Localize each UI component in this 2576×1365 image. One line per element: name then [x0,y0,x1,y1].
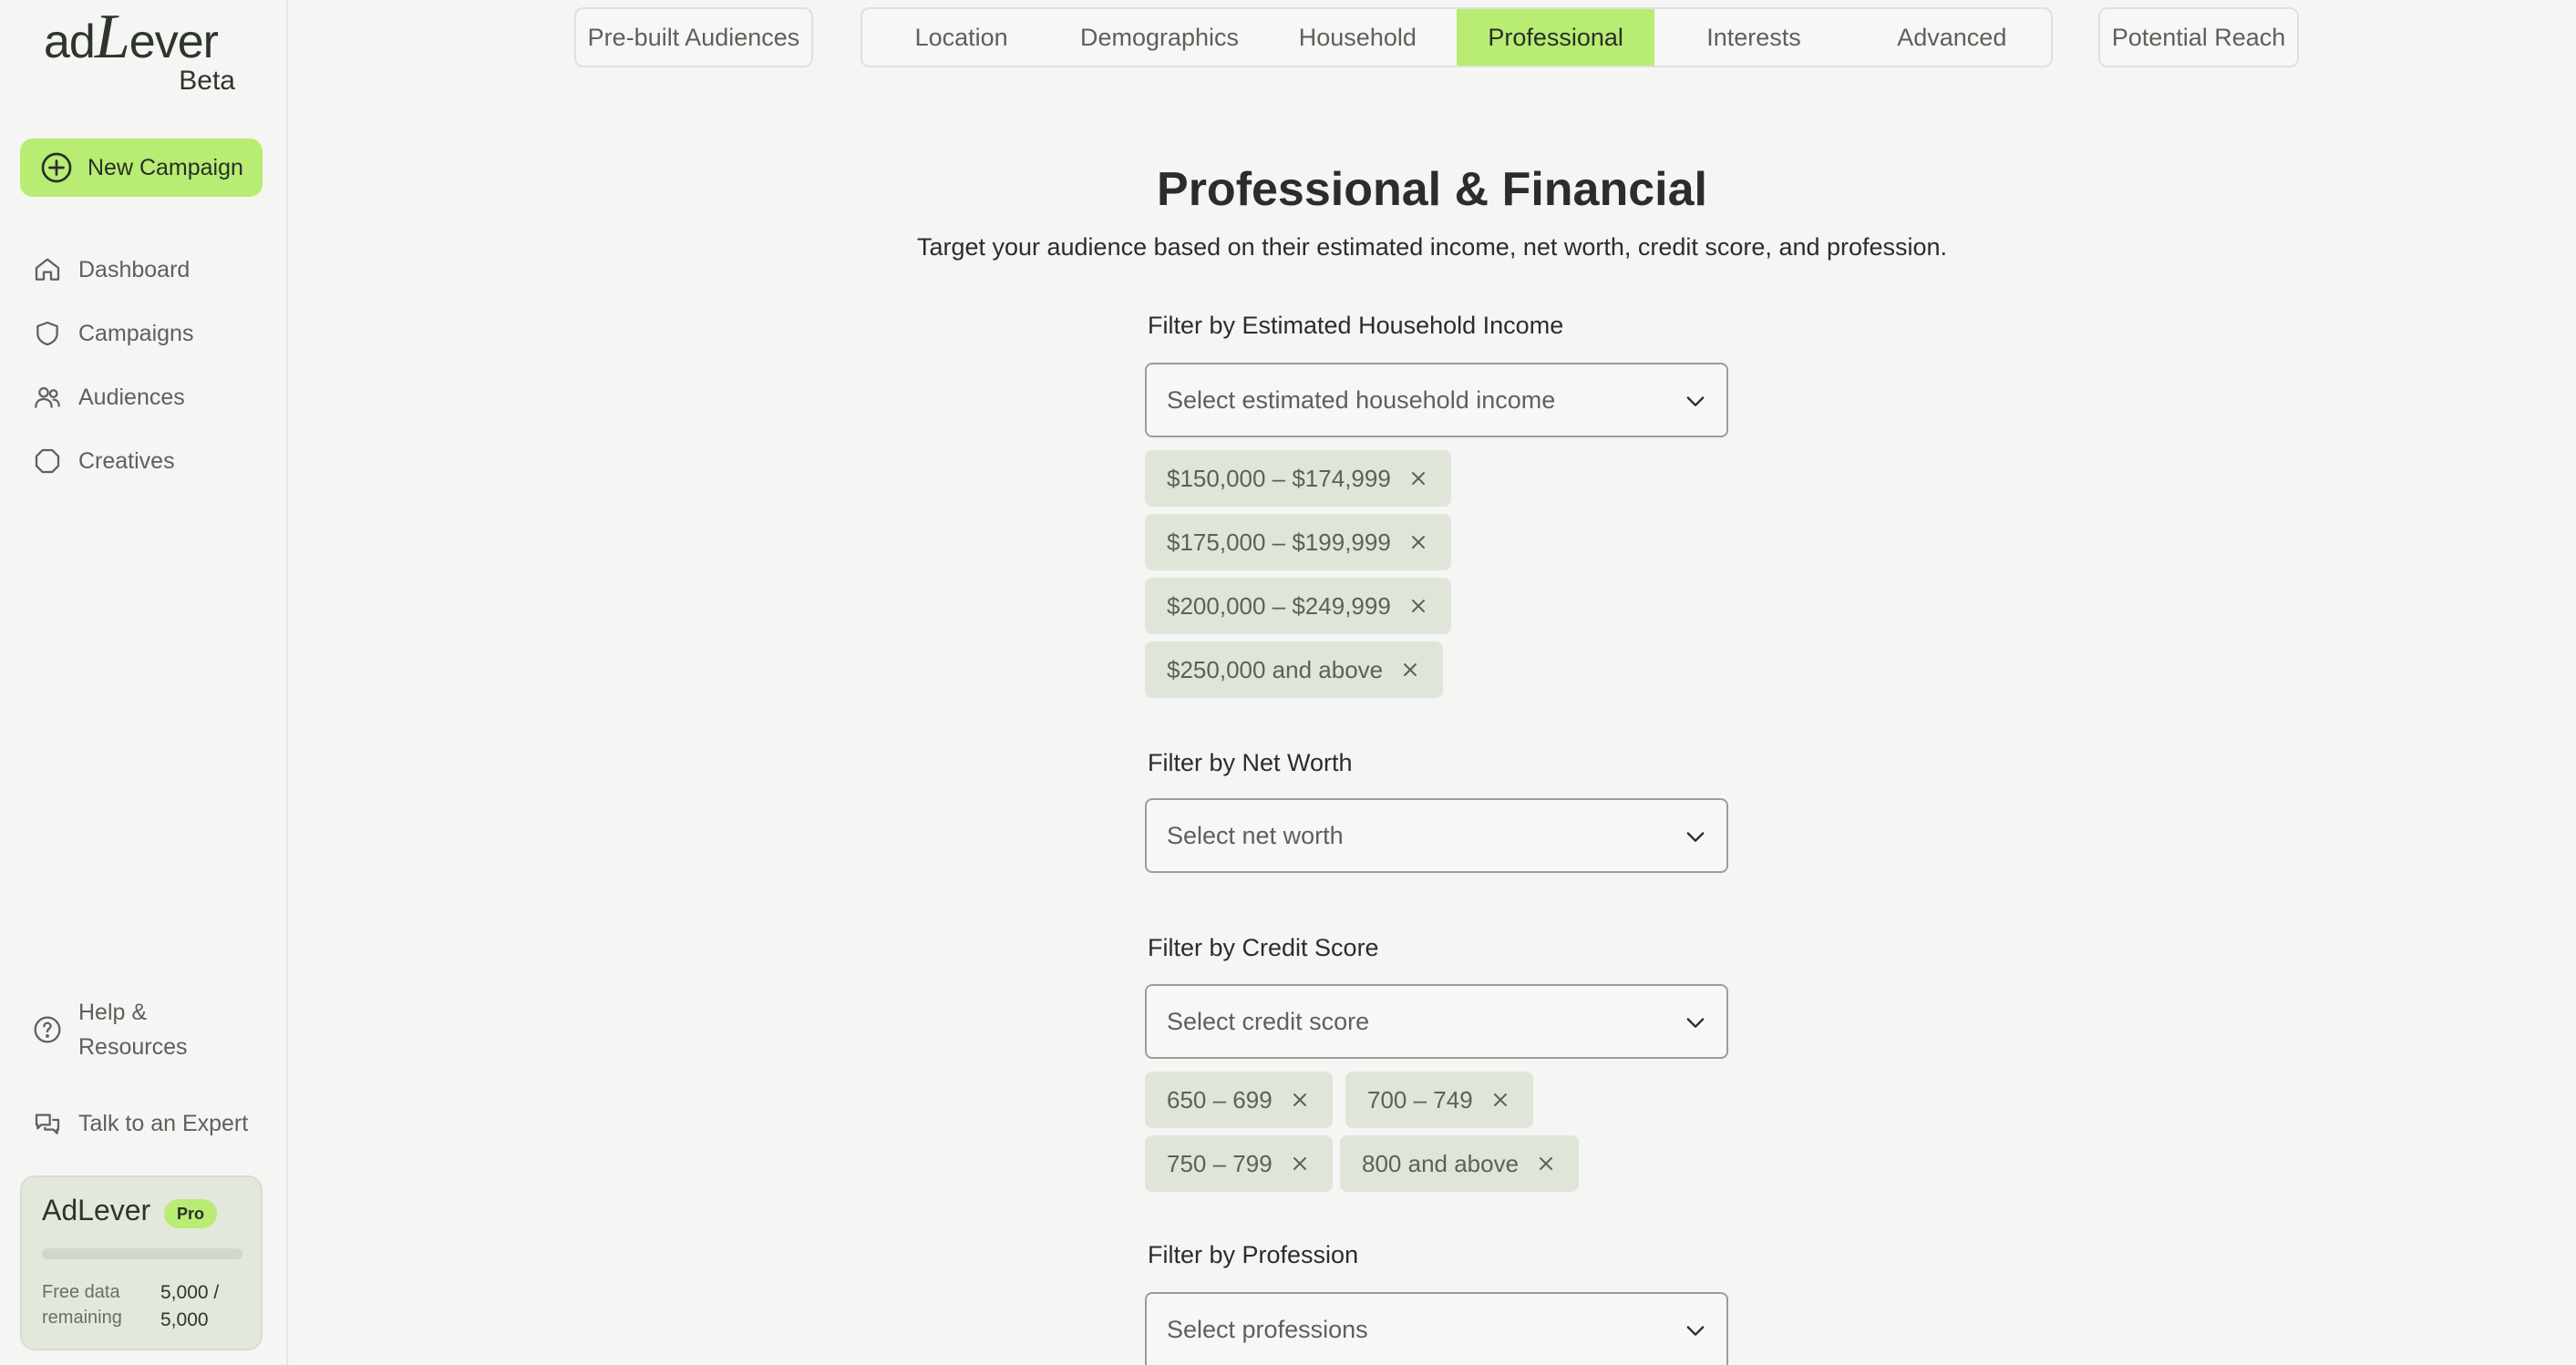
tab-prebuilt-audiences[interactable]: Pre-built Audiences [574,7,813,67]
pro-badge: Pro [164,1199,218,1228]
logo-letter: L [94,2,130,72]
credit-score-filter-label: Filter by Credit Score [1148,934,1379,961]
data-remaining-label: Free data remaining [42,1282,122,1328]
chip-label: $150,000 – $174,999 [1167,464,1391,492]
chip-label: $175,000 – $199,999 [1167,528,1391,556]
beta-tag: Beta [179,66,235,96]
chip-label: 650 – 699 [1167,1085,1273,1114]
close-icon[interactable] [1289,1089,1311,1111]
talk-to-expert-link[interactable]: Talk to an Expert [33,1106,261,1141]
tab-demographics[interactable]: Demographics [1060,9,1258,66]
tab-interests[interactable]: Interests [1654,9,1852,66]
income-select[interactable]: Select estimated household income [1145,363,1728,437]
chevron-down-icon [1686,832,1705,842]
plan-card: AdLever Pro Free data remaining 5,000 / … [20,1175,263,1350]
close-icon[interactable] [1407,595,1429,617]
tab-household[interactable]: Household [1259,9,1457,66]
logo[interactable]: adLever Beta [44,5,244,97]
tab-location[interactable]: Location [862,9,1060,66]
net-worth-select-placeholder: Select net worth [1167,821,1344,849]
tab-professional[interactable]: Professional [1456,9,1655,66]
credit-score-chip: 750 – 799 [1145,1135,1333,1192]
plan-title: AdLever [42,1194,151,1226]
chevron-down-icon [1686,396,1705,406]
credit-score-chip: 700 – 749 [1345,1072,1533,1128]
net-worth-filter-label: Filter by Net Worth [1148,749,1353,776]
sidebar-item-creatives[interactable]: Creatives [33,443,175,479]
credit-score-select-placeholder: Select credit score [1167,1007,1370,1035]
logo-suffix: ever [129,15,219,68]
chat-bubbles-icon [35,1114,60,1134]
chip-label: $200,000 – $249,999 [1167,591,1391,620]
credit-score-chip: 800 and above [1340,1135,1580,1192]
income-chip: $200,000 – $249,999 [1145,578,1451,634]
sidebar-item-label: Campaigns [78,320,194,346]
close-icon[interactable] [1289,1153,1311,1175]
hexagon-icon [35,448,60,474]
profession-select[interactable]: Select professions [1145,1292,1728,1365]
income-chip: $150,000 – $174,999 [1145,450,1451,507]
close-icon[interactable] [1407,531,1429,553]
talk-to-expert-label: Talk to an Expert [78,1111,249,1136]
close-icon[interactable] [1399,659,1421,681]
shield-icon [36,321,58,346]
chip-label: $250,000 and above [1167,655,1384,683]
chevron-down-icon [1686,1326,1705,1336]
audience-tabs: Location Demographics Household Professi… [860,7,2053,67]
income-chip: $175,000 – $199,999 [1145,514,1451,570]
close-icon[interactable] [1489,1089,1511,1111]
sidebar-item-label: Audiences [78,384,185,410]
tab-potential-reach[interactable]: Potential Reach [2098,7,2299,67]
help-resources-label: Help & Resources [78,1000,188,1060]
income-chip: $250,000 and above [1145,641,1444,698]
help-resources-link[interactable]: Help & Resources [33,995,261,1064]
net-worth-select[interactable]: Select net worth [1145,798,1728,873]
income-select-placeholder: Select estimated household income [1167,385,1556,414]
credit-score-select[interactable]: Select credit score [1145,984,1728,1059]
credit-score-chip: 650 – 699 [1145,1072,1333,1128]
page-subtitle: Target your audience based on their esti… [916,233,1948,261]
sidebar-item-campaigns[interactable]: Campaigns [33,315,193,352]
chip-label: 800 and above [1362,1149,1520,1177]
page-title: Professional & Financial [1157,163,1707,216]
data-remaining-value: 5,000 / 5,000 [160,1282,220,1330]
tab-advanced[interactable]: Advanced [1853,9,2051,66]
chip-label: 750 – 799 [1167,1149,1273,1177]
sidebar-item-audiences[interactable]: Audiences [33,379,185,416]
usage-progress-bar [42,1248,242,1259]
close-icon[interactable] [1407,467,1429,489]
income-filter-label: Filter by Estimated Household Income [1148,312,1564,339]
help-circle-icon [34,1016,61,1043]
chip-label: 700 – 749 [1367,1085,1473,1114]
profession-filter-label: Filter by Profession [1148,1241,1359,1268]
close-icon[interactable] [1535,1153,1557,1175]
users-icon [35,386,60,408]
sidebar-item-label: Creatives [78,447,175,474]
logo-prefix: ad [44,15,96,68]
profession-select-placeholder: Select professions [1167,1315,1368,1343]
chevron-down-icon [1686,1018,1705,1028]
